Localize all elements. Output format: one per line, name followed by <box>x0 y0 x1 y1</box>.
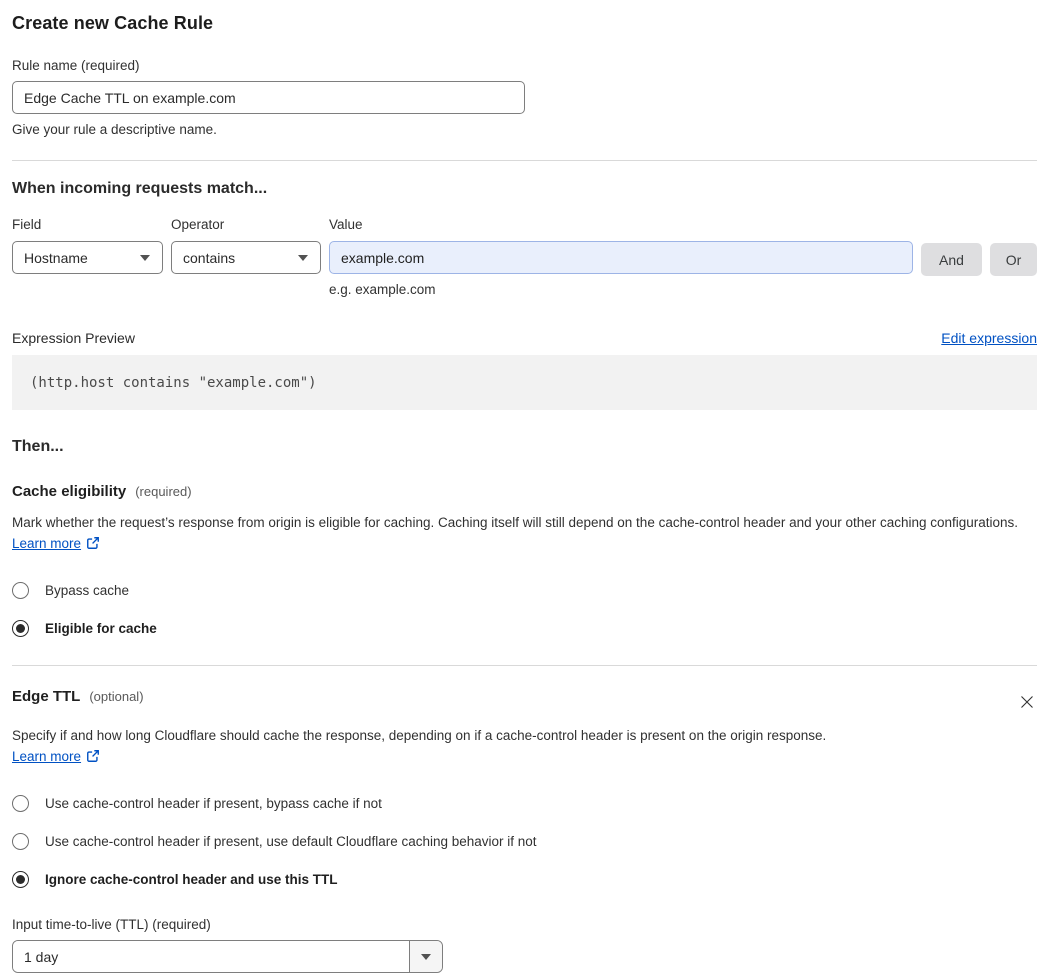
chevron-down-icon <box>140 254 150 261</box>
close-edge-ttl-button[interactable] <box>1017 692 1037 715</box>
value-input[interactable] <box>329 241 913 274</box>
operator-label: Operator <box>171 217 225 232</box>
ttl-dropdown-button[interactable] <box>409 941 442 972</box>
optional-note: (optional) <box>89 689 144 704</box>
edge-ttl-options: Use cache-control header if present, byp… <box>12 795 1037 888</box>
ttl-label: Input time-to-live (TTL) (required) <box>12 917 211 932</box>
then-heading: Then... <box>12 438 64 455</box>
external-link-icon <box>86 748 100 769</box>
radio-use-header-default[interactable]: Use cache-control header if present, use… <box>12 833 1037 850</box>
field-select-value: Hostname <box>24 249 88 266</box>
divider <box>12 160 1037 161</box>
operator-select[interactable]: contains <box>171 241 321 274</box>
edge-ttl-heading: Edge TTL <box>12 688 81 705</box>
external-link-icon <box>86 535 100 556</box>
radio-use-header-bypass[interactable]: Use cache-control header if present, byp… <box>12 795 1037 812</box>
field-select[interactable]: Hostname <box>12 241 163 274</box>
learn-more-link[interactable]: Learn more <box>12 536 81 551</box>
or-button[interactable]: Or <box>990 243 1037 276</box>
cache-eligibility-heading: Cache eligibility <box>12 483 127 500</box>
required-note: (required) <box>135 484 192 499</box>
radio-eligible-for-cache[interactable]: Eligible for cache <box>12 620 1037 637</box>
chevron-down-icon <box>298 254 308 261</box>
cache-eligibility-header: Cache eligibility (required) <box>12 483 1037 500</box>
chevron-down-icon <box>421 953 431 960</box>
expression-preview-code: (http.host contains "example.com") <box>12 355 1037 410</box>
value-label: Value <box>329 217 363 232</box>
rule-name-helper: Give your rule a descriptive name. <box>12 122 217 137</box>
match-controls-row: Field Hostname Operator contains Value e… <box>12 217 1037 297</box>
rule-name-section: Rule name (required) Give your rule a de… <box>12 58 1037 137</box>
rule-name-input[interactable] <box>12 81 525 114</box>
rule-name-label: Rule name (required) <box>12 58 140 73</box>
edge-ttl-header: Edge TTL (optional) <box>12 688 1037 715</box>
edge-ttl-description: Specify if and how long Cloudflare shoul… <box>12 725 850 769</box>
and-button[interactable]: And <box>921 243 982 276</box>
radio-ignore-header-use-ttl[interactable]: Ignore cache-control header and use this… <box>12 871 1037 888</box>
radio-icon <box>12 833 29 850</box>
expression-preview-label: Expression Preview <box>12 330 135 346</box>
ttl-combo <box>12 940 443 973</box>
radio-bypass-cache[interactable]: Bypass cache <box>12 582 1037 599</box>
learn-more-link[interactable]: Learn more <box>12 749 81 764</box>
edit-expression-link[interactable]: Edit expression <box>941 330 1037 346</box>
close-icon <box>1021 696 1033 708</box>
cache-eligibility-options: Bypass cache Eligible for cache <box>12 582 1037 637</box>
radio-icon <box>12 582 29 599</box>
match-section-heading: When incoming requests match... <box>12 180 268 197</box>
cache-eligibility-description: Mark whether the request’s response from… <box>12 512 1037 556</box>
field-label: Field <box>12 217 42 232</box>
page-title: Create new Cache Rule <box>12 13 214 33</box>
radio-icon <box>12 871 29 888</box>
radio-icon <box>12 795 29 812</box>
divider <box>12 665 1037 666</box>
ttl-input[interactable] <box>13 941 409 972</box>
value-helper: e.g. example.com <box>329 282 436 297</box>
radio-icon <box>12 620 29 637</box>
operator-select-value: contains <box>183 249 236 266</box>
expression-preview-row: Expression Preview Edit expression <box>12 330 1037 346</box>
